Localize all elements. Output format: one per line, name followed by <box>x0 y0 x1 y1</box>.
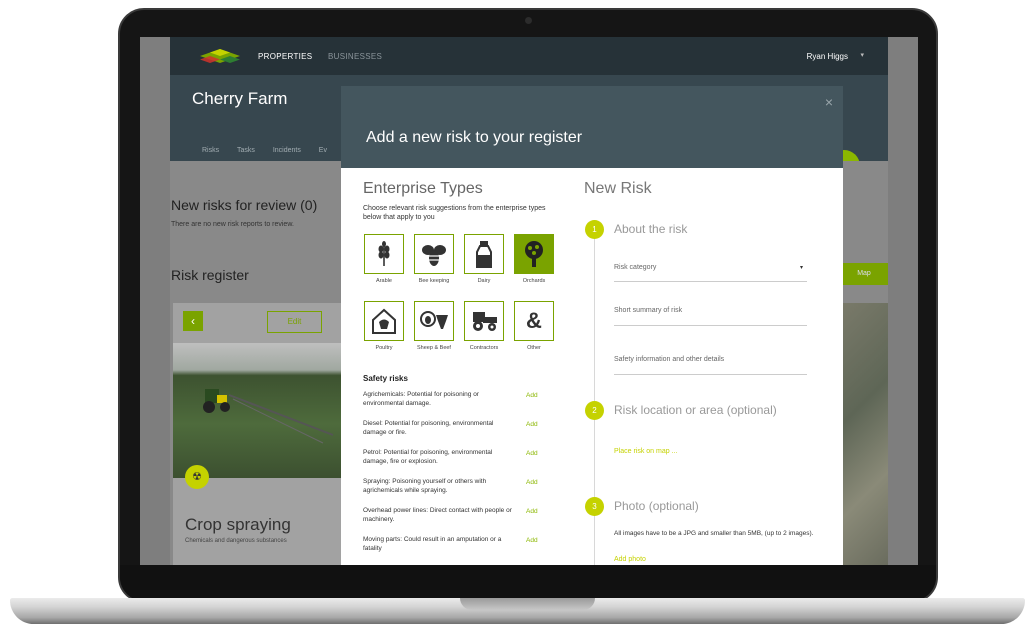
bee-icon <box>422 245 446 266</box>
safety-risk-item: Moving parts: Could result in an amputat… <box>363 536 502 552</box>
new-risks-empty-text: There are no new risk reports to review. <box>171 221 294 228</box>
enterprise-label-poultry: Poultry <box>375 345 393 351</box>
risk-category-select[interactable]: Risk category ▾ <box>614 264 807 282</box>
safety-risk-item: Agrichemicals: Potential for poisoning o… <box>363 391 479 407</box>
place-risk-on-map-link[interactable]: Place risk on map ... <box>614 448 677 455</box>
add-photo-link[interactable]: Add photo <box>614 556 646 563</box>
page-title: Cherry Farm <box>192 89 288 108</box>
new-risk-heading: New Risk <box>584 180 652 197</box>
add-risk-button[interactable]: Add <box>526 537 538 544</box>
laptop-camera <box>525 17 532 24</box>
close-icon[interactable]: × <box>825 94 833 110</box>
photo-requirements-text: All images have to be a JPG and smaller … <box>614 530 814 537</box>
add-risk-button[interactable]: Add <box>526 392 538 399</box>
top-navbar: PROPERTIES BUSINESSES Ryan Higgs ▾ <box>170 37 888 75</box>
crop-spraying-photo <box>173 343 345 478</box>
enterprise-label-arable: Arable <box>376 278 392 284</box>
safety-risks-heading: Safety risks <box>363 374 408 383</box>
add-risk-button[interactable]: Add <box>526 508 538 515</box>
enterprise-label-sheep-beef: Sheep & Beef <box>417 345 451 351</box>
wheat-icon <box>378 241 390 266</box>
enterprise-tile-sheep-beef[interactable] <box>414 301 454 341</box>
tractor-photo-illustration <box>203 389 334 444</box>
tractor-icon <box>473 312 497 331</box>
tree-icon <box>525 241 543 267</box>
chevron-down-icon[interactable]: ▾ <box>860 51 864 59</box>
safety-risk-item: Spraying: Poisoning yourself or others w… <box>363 478 487 494</box>
enterprise-types-heading: Enterprise Types <box>363 180 483 197</box>
chevron-down-icon: ▾ <box>799 265 803 271</box>
map-button[interactable]: Map <box>840 263 888 285</box>
risk-summary-input[interactable]: Short summary of risk <box>614 307 807 326</box>
enterprise-tile-contractors[interactable] <box>464 301 504 341</box>
chicken-house-icon <box>372 308 396 334</box>
card-subtitle: Chemicals and dangerous substances <box>185 538 287 544</box>
enterprise-tile-bee-keeping[interactable] <box>414 234 454 274</box>
modal-body: Enterprise Types Choose relevant risk su… <box>341 168 843 565</box>
milk-bottle-icon <box>476 241 492 268</box>
enterprise-tile-other[interactable]: & <box>514 301 554 341</box>
enterprise-tile-dairy[interactable] <box>464 234 504 274</box>
enterprise-label-contractors: Contractors <box>469 345 499 351</box>
safety-risk-item: Diesel: Potential for poisoning, environ… <box>363 420 494 436</box>
enterprise-tile-orchards[interactable] <box>514 234 554 274</box>
ampersand-icon: & <box>526 308 542 333</box>
enterprise-tile-poultry[interactable] <box>364 301 404 341</box>
hazard-badge-icon: ☢ <box>185 465 209 489</box>
new-risks-heading: New risks for review (0) <box>171 197 318 213</box>
tab-tasks[interactable]: Tasks <box>237 147 255 154</box>
aerial-map-image <box>840 303 888 565</box>
step-1-title: About the risk <box>614 222 688 236</box>
laptop-base-notch <box>460 598 595 610</box>
risk-card[interactable]: ‹ Edit ☢ Crop spraying Chemicals and dan… <box>173 303 345 565</box>
enterprise-label-dairy: Dairy <box>477 278 491 284</box>
step-2-badge: 2 <box>585 401 604 420</box>
safety-risk-item: Overhead power lines: Direct contact wit… <box>363 507 512 523</box>
step-1-badge: 1 <box>585 220 604 239</box>
add-risk-button[interactable]: Add <box>526 421 538 428</box>
tab-events[interactable]: Ev <box>319 147 327 154</box>
add-risk-button[interactable]: Add <box>526 450 538 457</box>
enterprise-label-other: Other <box>527 345 541 351</box>
step-3-badge: 3 <box>585 497 604 516</box>
step-2-title: Risk location or area (optional) <box>614 403 777 417</box>
card-title: Crop spraying <box>185 515 291 534</box>
add-risk-button[interactable]: Add <box>526 479 538 486</box>
enterprise-label-bee-keeping: Bee keeping <box>418 278 450 284</box>
nav-properties-link[interactable]: PROPERTIES <box>258 52 312 61</box>
laptop-screen: PROPERTIES BUSINESSES Ryan Higgs ▾ Cherr… <box>140 37 918 565</box>
modal-title: Add a new risk to your register <box>366 129 583 146</box>
risk-register-heading: Risk register <box>171 267 249 283</box>
card-edit-button[interactable]: Edit <box>267 311 322 333</box>
safety-risk-item: Petrol: Potential for poisoning, environ… <box>363 449 493 465</box>
tab-incidents[interactable]: Incidents <box>273 147 301 154</box>
user-menu[interactable]: Ryan Higgs <box>807 52 848 61</box>
enterprise-tile-arable[interactable] <box>364 234 404 274</box>
step-3-title: Photo (optional) <box>614 499 699 513</box>
laptop-chin <box>120 565 936 601</box>
enterprise-types-description: Choose relevant risk suggestions from th… <box>363 205 546 222</box>
brand-logo-icon[interactable] <box>200 49 240 63</box>
nav-businesses-link[interactable]: BUSINESSES <box>328 52 382 61</box>
tab-risks[interactable]: Risks <box>202 147 219 154</box>
property-tabs: Risks Tasks Incidents Ev <box>202 147 343 154</box>
card-back-button[interactable]: ‹ <box>183 311 203 331</box>
risk-details-input[interactable]: Safety information and other details <box>614 356 807 375</box>
risk-category-placeholder: Risk category <box>614 264 657 271</box>
sheep-cow-icon <box>420 311 448 329</box>
modal-header: Add a new risk to your register × <box>341 86 843 168</box>
enterprise-label-orchards: Orchards <box>522 278 546 284</box>
